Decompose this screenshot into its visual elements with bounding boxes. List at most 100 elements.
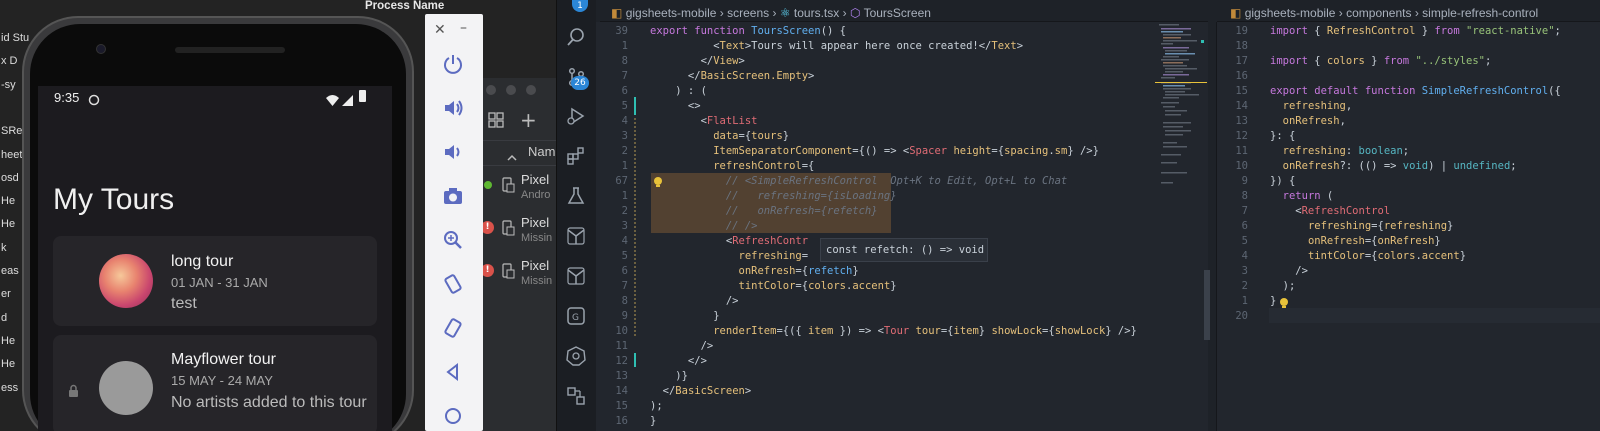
code-line[interactable]: onRefresh, [1270, 114, 1600, 129]
minimize-icon[interactable]: – [460, 20, 467, 36]
code-line[interactable] [1270, 39, 1600, 54]
line-number: 4 [621, 115, 628, 127]
code-line[interactable]: <RefreshControl [1270, 204, 1600, 219]
breadcrumb-item[interactable]: simple-refresh-control [1422, 6, 1538, 20]
minimap[interactable] [1155, 22, 1207, 192]
code-line[interactable]: onRefresh?: (() => void) | undefined; [1270, 159, 1600, 174]
power-icon[interactable] [437, 48, 469, 80]
camera-icon[interactable] [437, 180, 469, 212]
code-line[interactable]: )} [650, 369, 1190, 384]
code-line[interactable] [1270, 309, 1600, 324]
close-icon[interactable]: ✕ [434, 22, 446, 38]
breadcrumb-item[interactable]: tours.tsx [794, 6, 839, 20]
rotate-right-icon[interactable] [437, 312, 469, 344]
line-number: 7 [621, 280, 628, 292]
code-line[interactable]: refreshing={refreshing} [1270, 219, 1600, 234]
process-row[interactable]: id Stu [0, 28, 30, 48]
code-line[interactable]: refreshing: boolean; [1270, 144, 1600, 159]
breadcrumb-item[interactable]: screens [727, 6, 769, 20]
tour-dates: 15 MAY - 24 MAY [171, 373, 273, 388]
code-line[interactable]: import { colors } from "../styles"; [1270, 54, 1600, 69]
database-icon[interactable] [563, 383, 589, 409]
tree-view-icon-2[interactable] [563, 263, 589, 289]
kubernetes-icon[interactable] [563, 343, 589, 369]
tour-title: Mayflower tour [171, 351, 276, 368]
code-line[interactable]: data={tours} [650, 129, 1190, 144]
layout-icon[interactable] [488, 112, 504, 132]
code-line[interactable]: ItemSeparatorComponent={() => <Spacer he… [650, 144, 1190, 159]
device-name[interactable]: Pixel [521, 258, 549, 273]
zoom-icon[interactable] [437, 224, 469, 256]
chevron-up-icon[interactable] [507, 147, 517, 166]
add-device-icon[interactable]: + [520, 110, 537, 130]
code-line[interactable]: ); [650, 399, 1190, 414]
code-line[interactable]: export function ToursScreen() { [650, 24, 1190, 39]
code-line[interactable]: onRefresh={refetch} [650, 264, 1190, 279]
code-line[interactable]: /> [650, 339, 1190, 354]
code-line[interactable]: /> [1270, 264, 1600, 279]
window-zoom-dot[interactable] [526, 85, 536, 95]
code-line[interactable]: /> [650, 294, 1190, 309]
code-line[interactable]: // onRefresh={refetch} [650, 204, 1190, 219]
volume-up-icon[interactable] [437, 92, 469, 124]
breadcrumb-item[interactable]: components [1346, 6, 1411, 20]
line-number: 2 [1241, 280, 1248, 292]
code-line[interactable]: ); [1270, 279, 1600, 294]
code-line[interactable]: </> [650, 354, 1190, 369]
breadcrumb-item[interactable]: gigsheets-mobile [1245, 6, 1336, 20]
back-icon[interactable] [437, 356, 469, 388]
code-line[interactable]: import { RefreshControl } from "react-na… [1270, 24, 1600, 39]
code-line[interactable]: } [1270, 294, 1600, 309]
code-line[interactable]: // /> [650, 219, 1190, 234]
code-line[interactable]: tintColor={colors.accent} [1270, 249, 1600, 264]
code-line[interactable]: </View> [650, 54, 1190, 69]
line-number: 1 [621, 40, 628, 52]
tree-view-icon[interactable] [563, 223, 589, 249]
code-line[interactable]: renderItem={({ item }) => <Tour tour={it… [650, 324, 1190, 339]
code-line[interactable]: refreshing, [1270, 99, 1600, 114]
remote-explorer-icon[interactable]: G [563, 303, 589, 329]
code-line[interactable]: export default function SimpleRefreshCon… [1270, 84, 1600, 99]
editor-scrollbar[interactable] [1204, 270, 1210, 340]
code-simple-refresh-control[interactable]: import { RefreshControl } from "react-na… [1270, 24, 1600, 324]
code-line[interactable]: } [650, 414, 1190, 429]
code-line[interactable]: <> [650, 99, 1190, 114]
home-icon[interactable] [437, 400, 469, 431]
code-line[interactable]: }: { [1270, 129, 1600, 144]
code-line[interactable]: } [650, 309, 1190, 324]
code-line[interactable]: return ( [1270, 189, 1600, 204]
breadcrumb-item[interactable]: gigsheets-mobile [626, 6, 717, 20]
window-minimize-dot[interactable] [506, 85, 516, 95]
chevron-right-icon: › [772, 6, 780, 20]
wifi-icon [326, 91, 339, 110]
line-number: 1 [621, 160, 628, 172]
code-line[interactable]: tintColor={colors.accent} [650, 279, 1190, 294]
volume-down-icon[interactable] [437, 136, 469, 168]
code-line[interactable]: <Text>Tours will appear here once create… [650, 39, 1190, 54]
code-line[interactable]: </BasicScreen> [650, 384, 1190, 399]
code-tours[interactable]: export function ToursScreen() { <Text>To… [650, 24, 1190, 429]
breadcrumb-item[interactable]: ToursScreen [864, 6, 931, 20]
extensions-icon[interactable] [563, 143, 589, 169]
code-line[interactable]: </BasicScreen.Empty> [650, 69, 1190, 84]
code-line[interactable]: onRefresh={onRefresh} [1270, 234, 1600, 249]
device-name[interactable]: Pixel [521, 172, 549, 187]
code-line[interactable] [1270, 69, 1600, 84]
code-line[interactable]: // refreshing={isLoading} [650, 189, 1190, 204]
running-status-icon [484, 181, 492, 189]
code-line[interactable]: }) { [1270, 174, 1600, 189]
line-number: 6 [621, 265, 628, 277]
device-name[interactable]: Pixel [521, 215, 549, 230]
source-control-badge: 26 [571, 76, 589, 90]
code-line[interactable]: ) : ( [650, 84, 1190, 99]
code-line[interactable]: refreshControl={ [650, 159, 1190, 174]
rotate-left-icon[interactable] [437, 268, 469, 300]
hover-tooltip: const refetch: () => void [820, 238, 988, 262]
run-debug-icon[interactable] [563, 103, 589, 129]
testing-flask-icon[interactable] [563, 183, 589, 209]
code-line[interactable]: // <SimpleRefreshControl Opt+K to Edit, … [650, 174, 1190, 189]
process-name-header[interactable]: Process Name [365, 0, 444, 12]
code-line[interactable]: <FlatList [650, 114, 1190, 129]
window-close-dot[interactable] [486, 85, 496, 95]
search-icon[interactable] [563, 24, 589, 50]
